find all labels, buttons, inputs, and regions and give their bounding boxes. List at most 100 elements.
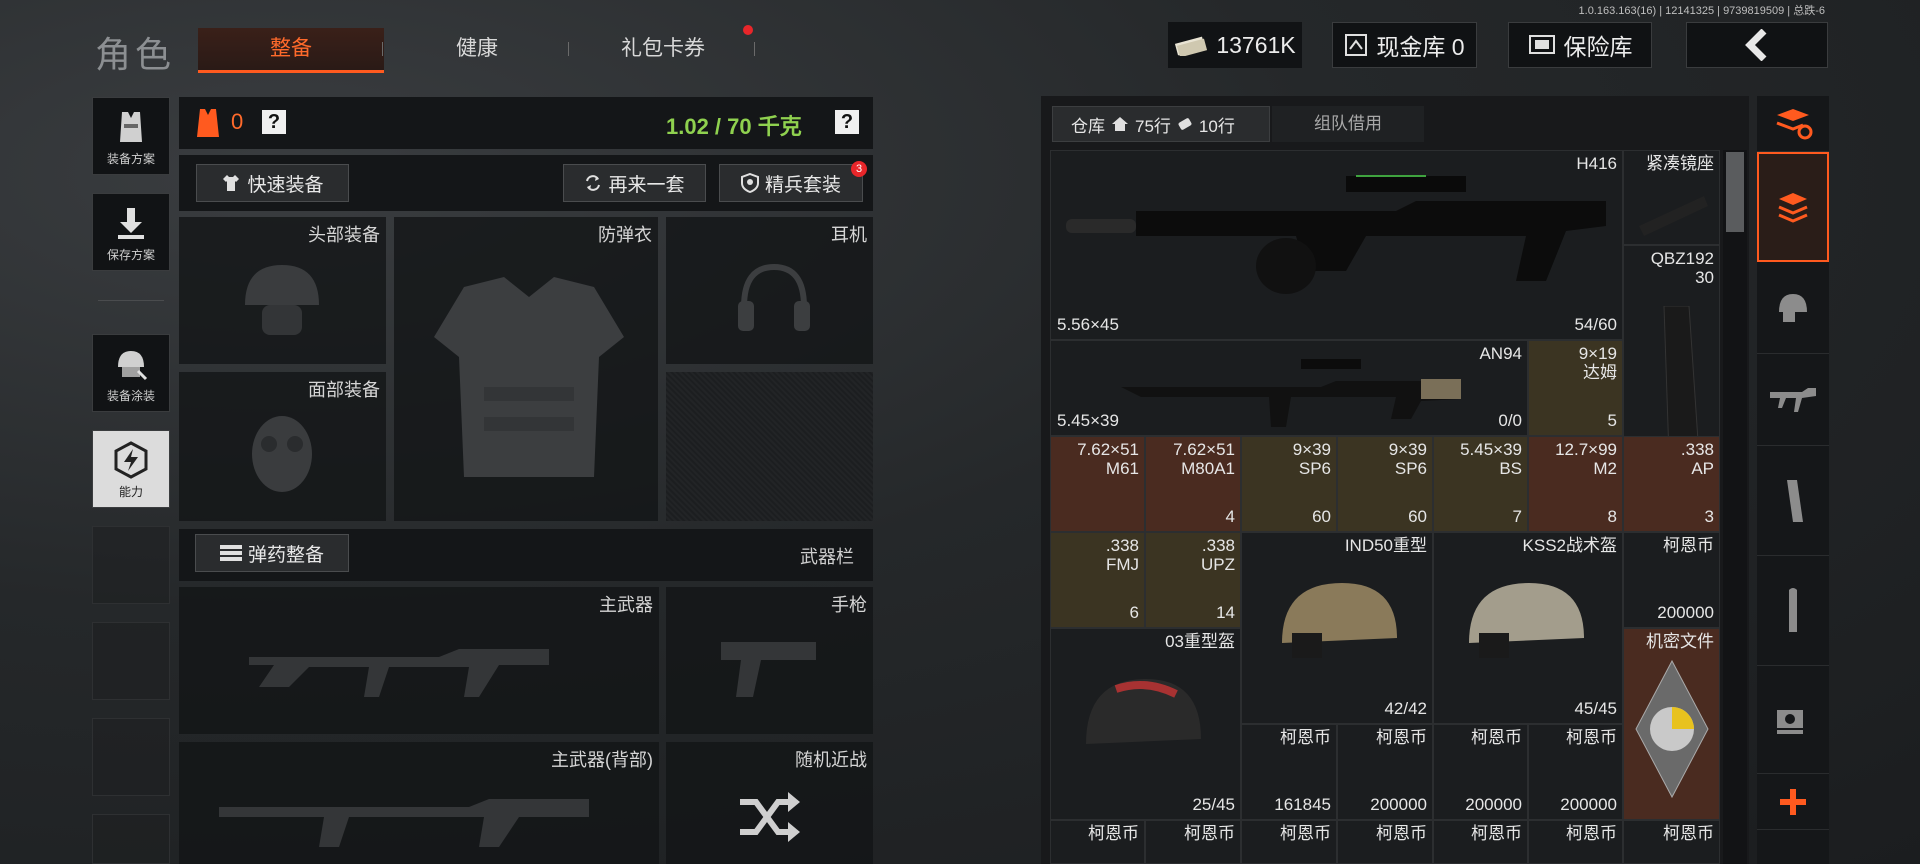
item-ammo-338ap[interactable]: .338 AP 3	[1623, 436, 1720, 532]
item-coin[interactable]: 柯恩币	[1145, 820, 1241, 864]
warehouse-tab[interactable]: 仓库 75行 10行	[1052, 106, 1270, 142]
item-coin[interactable]: 柯恩币	[1050, 820, 1145, 864]
primary-back-label: 主武器(背部)	[551, 750, 653, 770]
ability-button[interactable]: 能力	[92, 430, 170, 508]
hard-drive-image	[1635, 659, 1709, 799]
currency-value: 13761K	[1216, 31, 1296, 58]
pistol-silhouette-icon	[721, 642, 816, 697]
item-ind50-helmet[interactable]: IND50重型 42/42	[1241, 532, 1433, 724]
item-ammo-sp6[interactable]: 9×39 SP6 60	[1241, 436, 1337, 532]
item-name: .338 FMJ	[1105, 536, 1139, 574]
item-coin[interactable]: 柯恩币 200000	[1623, 532, 1720, 628]
scope-mount-image	[1639, 196, 1708, 236]
insured-vault-label: 保险库	[1563, 34, 1633, 60]
primary-weapon-slot[interactable]: 主武器	[179, 587, 659, 734]
item-ammo-m2[interactable]: 12.7×99 M2 8	[1528, 436, 1623, 532]
vest-silhouette-icon	[434, 277, 624, 477]
item-name: 9×39 SP6	[1292, 440, 1331, 478]
item-coin[interactable]: 柯恩币	[1433, 820, 1528, 864]
scroll-track[interactable]	[1723, 150, 1747, 864]
divider	[98, 300, 164, 301]
equipment-paint-button[interactable]: 装备涂装	[92, 334, 170, 412]
download-icon	[118, 208, 144, 239]
notification-dot	[743, 25, 753, 35]
item-name: 7.62×51 M80A1	[1173, 440, 1235, 478]
lightning-icon	[114, 441, 148, 479]
tab-health[interactable]: 健康	[384, 28, 570, 70]
item-secret-file[interactable]: 机密文件	[1623, 628, 1720, 820]
item-ammo-338fmj[interactable]: .338 FMJ 6	[1050, 532, 1145, 628]
empty-slot	[92, 718, 170, 796]
earphone-slot[interactable]: 耳机	[666, 217, 873, 364]
item-caliber: 5.56×45	[1057, 315, 1119, 334]
quick-equip-button[interactable]: 快速装备	[196, 164, 349, 202]
item-ammo-338upz[interactable]: .338 UPZ 14	[1145, 532, 1241, 628]
melee-label: 随机近战	[795, 750, 867, 770]
elite-set-button[interactable]: 精兵套装	[719, 164, 863, 202]
weight-help-icon[interactable]: ?	[835, 110, 859, 134]
armor-icon	[197, 109, 219, 137]
ability-label: 能力	[118, 485, 143, 499]
item-coin[interactable]: 柯恩币 200000	[1528, 724, 1623, 820]
back-button[interactable]	[1686, 22, 1828, 68]
face-gear-slot[interactable]: 面部装备	[179, 372, 386, 521]
item-coin[interactable]: 柯恩币 200000	[1337, 724, 1433, 820]
item-h416[interactable]: H416 5.56×45 54/60	[1050, 150, 1623, 340]
item-name: 柯恩币	[1376, 728, 1427, 747]
category-armor[interactable]	[1757, 262, 1829, 354]
help-icon[interactable]: ?	[262, 110, 286, 134]
primary-back-slot[interactable]: 主武器(背部)	[179, 742, 659, 864]
scrollbar-thumb[interactable]	[1726, 152, 1744, 232]
item-kss2-helmet[interactable]: KSS2战术盔 45/45	[1433, 532, 1623, 724]
sort-button[interactable]	[1757, 96, 1829, 152]
item-coin[interactable]: 柯恩币 200000	[1433, 724, 1528, 820]
tab-divider	[754, 42, 755, 56]
helmet-image	[1469, 583, 1584, 658]
ammo-prep-button[interactable]: 弹药整备	[195, 534, 349, 572]
item-compact-mount[interactable]: 紧凑镜座	[1623, 150, 1720, 245]
item-an94[interactable]: AN94 5.45×39 0/0	[1050, 340, 1528, 436]
item-name: 机密文件	[1646, 632, 1714, 651]
item-count: 161845	[1274, 795, 1331, 814]
item-03-helmet[interactable]: 03重型盔 25/45	[1050, 628, 1241, 820]
item-coin[interactable]: 柯恩币	[1623, 820, 1720, 864]
loadout-plan-button[interactable]: 装备方案	[92, 97, 170, 175]
category-accessories[interactable]	[1757, 666, 1829, 774]
helmet-paint-icon	[118, 351, 148, 381]
team-borrow-tab[interactable]: 组队借用	[1272, 106, 1424, 142]
item-coin[interactable]: 柯恩币 161845	[1241, 724, 1337, 820]
cash-vault-button[interactable]: 现金库 0	[1332, 22, 1477, 68]
insured-vault-button[interactable]: 保险库	[1508, 22, 1652, 68]
item-count: 0/0	[1498, 411, 1522, 430]
item-9x19-dam[interactable]: 9×19 达姆 5	[1528, 340, 1623, 436]
item-name: 柯恩币	[1376, 824, 1427, 843]
tab-gift-cards[interactable]: 礼包卡券	[570, 28, 756, 70]
vault-icon	[1345, 34, 1368, 56]
ammo-prep-label: 弹药整备	[247, 544, 324, 566]
another-set-button[interactable]: 再来一套	[563, 164, 706, 202]
item-ammo-bs[interactable]: 5.45×39 BS 7	[1433, 436, 1528, 532]
item-name: 柯恩币	[1280, 824, 1331, 843]
item-count: 14	[1216, 603, 1235, 622]
melee-slot[interactable]: 随机近战	[666, 742, 873, 864]
item-ammo-sp6[interactable]: 9×39 SP6 60	[1337, 436, 1433, 532]
item-coin[interactable]: 柯恩币	[1528, 820, 1623, 864]
category-ammo[interactable]	[1757, 556, 1829, 666]
category-weapons[interactable]	[1757, 354, 1829, 446]
body-armor-slot[interactable]: 防弹衣	[394, 217, 658, 521]
item-coin[interactable]: 柯恩币	[1337, 820, 1433, 864]
save-plan-button[interactable]: 保存方案	[92, 193, 170, 271]
category-magazines[interactable]	[1757, 446, 1829, 556]
item-name: QBZ192 30	[1650, 249, 1714, 287]
add-category-button[interactable]	[1757, 774, 1829, 830]
rifle-silhouette-icon	[249, 649, 549, 697]
pistol-slot[interactable]: 手枪	[666, 587, 873, 734]
head-gear-slot[interactable]: 头部装备	[179, 217, 386, 364]
item-ammo-m80a1[interactable]: 7.62×51 M80A1 4	[1145, 436, 1241, 532]
item-name: .338 UPZ	[1201, 536, 1235, 574]
currency-display: 13761K	[1168, 22, 1302, 68]
item-ammo-m61[interactable]: 7.62×51 M61	[1050, 436, 1145, 532]
item-coin[interactable]: 柯恩币	[1241, 820, 1337, 864]
tab-loadout[interactable]: 整备	[198, 28, 384, 73]
category-all[interactable]	[1757, 152, 1829, 262]
